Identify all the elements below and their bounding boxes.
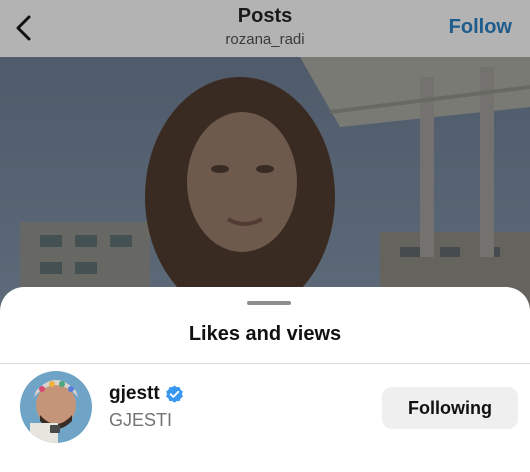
divider — [0, 363, 530, 364]
sheet-title: Likes and views — [188, 323, 342, 345]
follow-button[interactable]: Follow — [449, 16, 512, 39]
following-button[interactable]: Following — [382, 387, 518, 429]
likes-sheet: Likes and views gjestt GJESTI Following — [0, 287, 530, 472]
post-video-thumbnail — [0, 57, 530, 317]
sheet-grab-handle[interactable] — [247, 301, 291, 305]
avatar[interactable] — [20, 371, 92, 443]
username[interactable]: gjestt — [109, 383, 160, 405]
top-bar: Posts rozana_radi Follow — [0, 0, 530, 57]
list-item[interactable]: gjestt GJESTI Following — [0, 371, 530, 443]
full-name: GJESTI — [109, 410, 173, 430]
username-line: gjestt — [109, 383, 184, 405]
verified-badge-icon — [165, 384, 183, 403]
